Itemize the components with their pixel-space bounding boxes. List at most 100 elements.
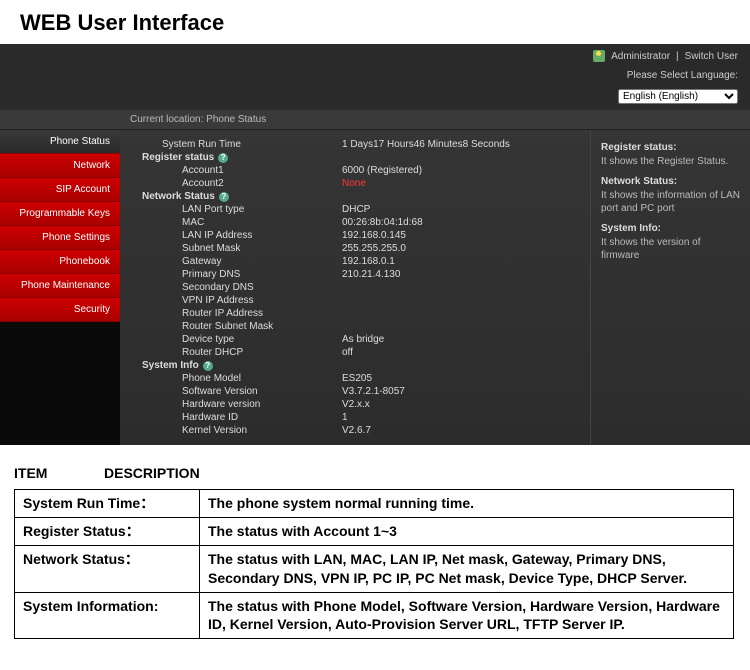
detail-row: Register status? bbox=[132, 151, 578, 164]
detail-label: Device type bbox=[132, 334, 342, 345]
content: System Run Time1 Days17 Hours46 Minutes8… bbox=[120, 130, 750, 445]
desc-item: System Information: bbox=[15, 592, 200, 639]
sidebar-fill bbox=[0, 322, 120, 445]
detail-label: Hardware ID bbox=[132, 412, 342, 423]
sidebar-item-phone-settings[interactable]: Phone Settings bbox=[0, 226, 120, 250]
detail-value: ES205 bbox=[342, 373, 578, 384]
detail-value: off bbox=[342, 347, 578, 358]
detail-label: Secondary DNS bbox=[132, 282, 342, 293]
desc-item: Network Status： bbox=[15, 545, 200, 592]
detail-label: Subnet Mask bbox=[132, 243, 342, 254]
admin-link[interactable]: Administrator bbox=[611, 51, 670, 62]
detail-label: System Run Time bbox=[132, 139, 342, 150]
detail-value bbox=[342, 191, 578, 202]
help-icon[interactable]: ? bbox=[203, 361, 213, 371]
help-network-text: It shows the information of LAN port and… bbox=[601, 189, 740, 215]
detail-row: Router Subnet Mask bbox=[132, 320, 578, 333]
detail-row: Account16000 (Registered) bbox=[132, 164, 578, 177]
detail-row: Kernel VersionV2.6.7 bbox=[132, 424, 578, 437]
detail-value bbox=[342, 360, 578, 371]
desc-text: The status with Phone Model, Software Ve… bbox=[200, 592, 734, 639]
help-system-text: It shows the version of firmware bbox=[601, 236, 740, 262]
detail-row: System Run Time1 Days17 Hours46 Minutes8… bbox=[132, 138, 578, 151]
detail-label: LAN IP Address bbox=[132, 230, 342, 241]
detail-value bbox=[342, 295, 578, 306]
detail-label: Account2 bbox=[132, 178, 342, 189]
detail-row: Device typeAs bridge bbox=[132, 333, 578, 346]
detail-label: LAN Port type bbox=[132, 204, 342, 215]
detail-label: System Info? bbox=[132, 360, 342, 371]
detail-value: As bridge bbox=[342, 334, 578, 345]
desc-text: The status with Account 1~3 bbox=[200, 517, 734, 545]
detail-label: Router IP Address bbox=[132, 308, 342, 319]
detail-row: Gateway192.168.0.1 bbox=[132, 255, 578, 268]
detail-value: 1 Days17 Hours46 Minutes8 Seconds bbox=[342, 139, 578, 150]
desc-col-item: ITEM bbox=[14, 465, 74, 481]
table-row: Register Status：The status with Account … bbox=[15, 517, 734, 545]
help-system-title: System Info: bbox=[601, 223, 740, 234]
help-panel: Register status: It shows the Register S… bbox=[590, 130, 750, 445]
detail-row: Router IP Address bbox=[132, 307, 578, 320]
sidebar-item-programmable-keys[interactable]: Programmable Keys bbox=[0, 202, 120, 226]
detail-label: Phone Model bbox=[132, 373, 342, 384]
detail-value: 00:26:8b:04:1d:68 bbox=[342, 217, 578, 228]
detail-row: Router DHCPoff bbox=[132, 346, 578, 359]
description-section: ITEM DESCRIPTION System Run Time：The pho… bbox=[0, 445, 750, 659]
detail-row: Account2None bbox=[132, 177, 578, 190]
detail-value: V2.6.7 bbox=[342, 425, 578, 436]
detail-row: VPN IP Address bbox=[132, 294, 578, 307]
detail-value bbox=[342, 282, 578, 293]
help-register-text: It shows the Register Status. bbox=[601, 155, 740, 168]
table-row: Network Status：The status with LAN, MAC,… bbox=[15, 545, 734, 592]
detail-value: 210.21.4.130 bbox=[342, 269, 578, 280]
detail-value: 1 bbox=[342, 412, 578, 423]
detail-row: LAN IP Address192.168.0.145 bbox=[132, 229, 578, 242]
sidebar-item-phonebook[interactable]: Phonebook bbox=[0, 250, 120, 274]
sidebar-item-phone-status[interactable]: Phone Status bbox=[0, 130, 120, 154]
detail-value: 6000 (Registered) bbox=[342, 165, 578, 176]
breadcrumb: Current location: Phone Status bbox=[0, 110, 750, 130]
detail-value: 192.168.0.1 bbox=[342, 256, 578, 267]
desc-item: Register Status： bbox=[15, 517, 200, 545]
language-label: Please Select Language: bbox=[627, 70, 738, 81]
detail-value: None bbox=[342, 178, 578, 189]
detail-row: Software VersionV3.7.2.1-8057 bbox=[132, 385, 578, 398]
detail-value bbox=[342, 308, 578, 319]
sidebar-item-sip-account[interactable]: SIP Account bbox=[0, 178, 120, 202]
detail-label: MAC bbox=[132, 217, 342, 228]
table-row: System Information:The status with Phone… bbox=[15, 592, 734, 639]
language-select[interactable]: English (English) bbox=[618, 89, 738, 104]
sidebar-item-security[interactable]: Security bbox=[0, 298, 120, 322]
detail-value: DHCP bbox=[342, 204, 578, 215]
detail-value: 192.168.0.145 bbox=[342, 230, 578, 241]
detail-value: 255.255.255.0 bbox=[342, 243, 578, 254]
help-icon[interactable]: ? bbox=[219, 192, 229, 202]
user-icon bbox=[593, 50, 605, 62]
desc-item: System Run Time： bbox=[15, 490, 200, 518]
detail-label: Kernel Version bbox=[132, 425, 342, 436]
app-frame: Administrator | Switch User Please Selec… bbox=[0, 44, 750, 445]
detail-row: Subnet Mask255.255.255.0 bbox=[132, 242, 578, 255]
switch-user-link[interactable]: Switch User bbox=[685, 51, 738, 62]
detail-label: VPN IP Address bbox=[132, 295, 342, 306]
detail-label: Router Subnet Mask bbox=[132, 321, 342, 332]
help-icon[interactable]: ? bbox=[218, 153, 228, 163]
detail-value: V2.x.x bbox=[342, 399, 578, 410]
detail-row: LAN Port typeDHCP bbox=[132, 203, 578, 216]
topbar: Administrator | Switch User bbox=[0, 44, 750, 68]
separator: | bbox=[676, 51, 679, 62]
detail-row: Hardware versionV2.x.x bbox=[132, 398, 578, 411]
desc-text: The status with LAN, MAC, LAN IP, Net ma… bbox=[200, 545, 734, 592]
detail-label: Router DHCP bbox=[132, 347, 342, 358]
desc-col-description: DESCRIPTION bbox=[104, 465, 200, 481]
detail-row: Phone ModelES205 bbox=[132, 372, 578, 385]
help-register-title: Register status: bbox=[601, 142, 740, 153]
detail-label: Hardware version bbox=[132, 399, 342, 410]
detail-value bbox=[342, 321, 578, 332]
details-panel: System Run Time1 Days17 Hours46 Minutes8… bbox=[120, 130, 590, 445]
sidebar-item-network[interactable]: Network bbox=[0, 154, 120, 178]
sidebar-item-phone-maintenance[interactable]: Phone Maintenance bbox=[0, 274, 120, 298]
detail-row: Network Status? bbox=[132, 190, 578, 203]
detail-row: Primary DNS210.21.4.130 bbox=[132, 268, 578, 281]
detail-row: System Info? bbox=[132, 359, 578, 372]
